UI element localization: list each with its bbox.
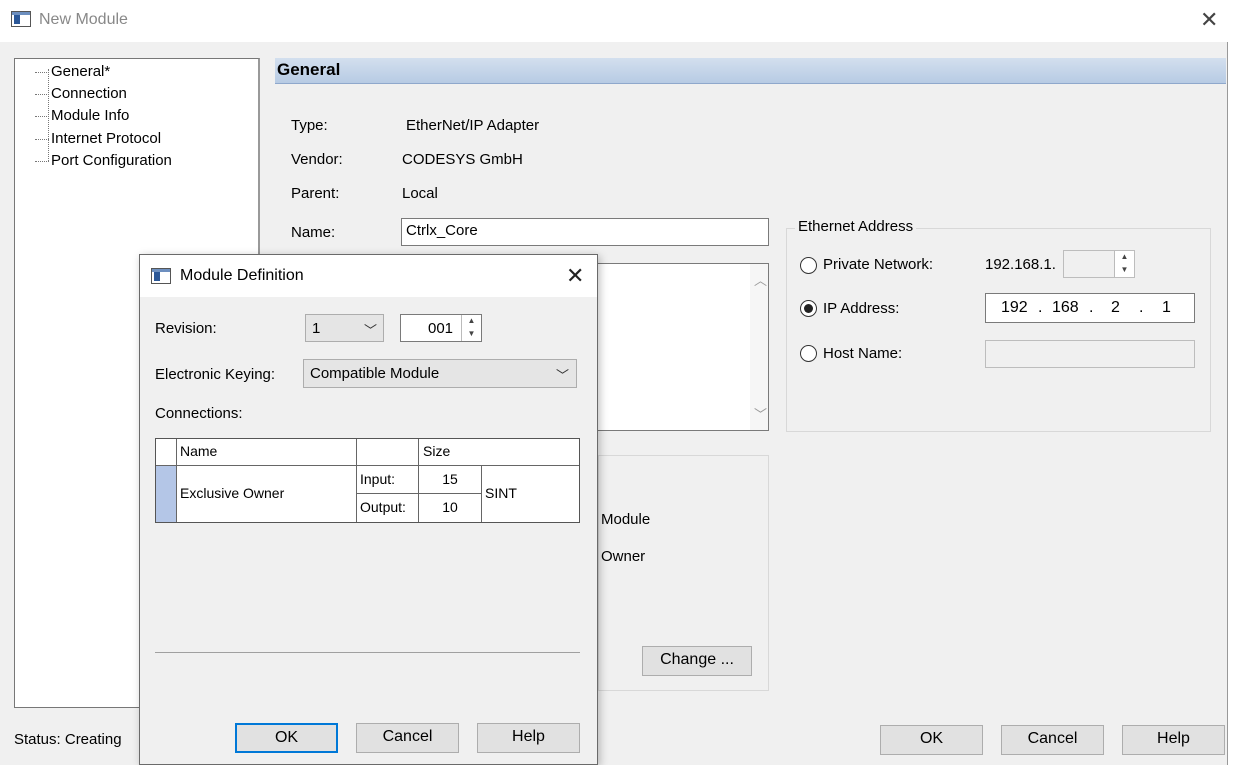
- vendor-label: Vendor:: [291, 151, 343, 168]
- type-label: Type:: [291, 117, 328, 134]
- dialog-title: Module Definition: [180, 267, 304, 284]
- vendor-value: CODESYS GmbH: [402, 151, 523, 168]
- revision-label: Revision:: [155, 320, 217, 337]
- name-label: Name:: [291, 224, 336, 241]
- input-size[interactable]: 15: [419, 466, 482, 494]
- scroll-up-icon[interactable]: ︿: [754, 270, 767, 289]
- data-type: SINT: [485, 485, 517, 501]
- tree-item-general[interactable]: General*: [35, 62, 110, 82]
- parent-value: Local: [402, 185, 438, 202]
- ok-button[interactable]: OK: [880, 725, 983, 755]
- tree-item-port-configuration[interactable]: Port Configuration: [35, 151, 172, 171]
- host-name-radio[interactable]: [800, 345, 817, 362]
- scroll-down-icon[interactable]: ﹀: [754, 404, 767, 423]
- name-field[interactable]: Ctrlx_Core: [401, 218, 769, 246]
- electronic-keying-label: Electronic Keying:: [155, 366, 276, 383]
- window-titlebar: New Module ✕: [0, 0, 1235, 42]
- parent-label: Parent:: [291, 185, 340, 202]
- help-button[interactable]: Help: [1122, 725, 1225, 755]
- dialog-help-button[interactable]: Help: [477, 723, 580, 753]
- ip-octet-2[interactable]: 168: [1052, 299, 1079, 317]
- module-definition-dialog: Module Definition ✕ Revision: 1 ﹀ 001 ▲ …: [139, 254, 598, 765]
- octet-spinner[interactable]: ▲ ▼: [1114, 251, 1134, 277]
- dialog-cancel-button[interactable]: Cancel: [356, 723, 459, 753]
- tree-item-label: General*: [51, 63, 111, 80]
- ip-octet-4[interactable]: 1: [1162, 299, 1171, 317]
- input-label: Input:: [357, 466, 419, 494]
- tree-item-label: Port Configuration: [51, 152, 172, 169]
- connections-table: Name Size Exclusive Owner Input: Output:…: [155, 438, 580, 523]
- ethernet-address-title: Ethernet Address: [795, 218, 917, 235]
- electronic-keying-value: Compatible Module: [310, 365, 440, 382]
- chevron-down-icon: ﹀: [364, 323, 378, 338]
- revision-major-value: 1: [312, 320, 321, 337]
- electronic-keying-select[interactable]: Compatible Module ﹀: [303, 359, 577, 388]
- revision-minor-value: 001: [428, 320, 454, 337]
- window-title: New Module: [39, 11, 128, 28]
- row-selector[interactable]: [156, 466, 177, 522]
- tree-item-label: Internet Protocol: [51, 130, 162, 147]
- ip-address-field[interactable]: 192 . 168 . 2 . 1: [985, 293, 1195, 323]
- private-network-radio[interactable]: [800, 257, 817, 274]
- private-network-prefix: 192.168.1.: [985, 256, 1056, 273]
- dialog-ok-button[interactable]: OK: [235, 723, 338, 753]
- tree-item-label: Connection: [51, 85, 127, 102]
- table-header-corner: [156, 439, 177, 466]
- table-header-blank[interactable]: [357, 439, 419, 466]
- host-name-label: Host Name:: [823, 345, 903, 362]
- close-icon[interactable]: ✕: [1200, 9, 1218, 31]
- private-network-octet[interactable]: ▲ ▼: [1063, 250, 1135, 278]
- status-text: Status: Creating: [14, 731, 122, 748]
- table-row-name[interactable]: Exclusive Owner: [177, 466, 357, 522]
- change-button[interactable]: Change ...: [642, 646, 752, 676]
- connections-label: Connections:: [155, 405, 243, 422]
- table-header-size[interactable]: Size: [419, 439, 579, 466]
- output-size[interactable]: 10: [419, 494, 482, 522]
- tree-item-internet-protocol[interactable]: Internet Protocol: [35, 129, 161, 149]
- tree-item-connection[interactable]: Connection: [35, 84, 127, 104]
- tree-item-module-info[interactable]: Module Info: [35, 106, 129, 126]
- cancel-button[interactable]: Cancel: [1001, 725, 1104, 755]
- dialog-titlebar: Module Definition ✕: [140, 255, 597, 297]
- window-icon: [11, 11, 31, 27]
- chevron-down-icon: ﹀: [556, 368, 570, 383]
- revision-minor-stepper[interactable]: 001 ▲ ▼: [400, 314, 482, 342]
- dialog-close-icon[interactable]: ✕: [566, 265, 584, 287]
- ip-address-label: IP Address:: [823, 300, 900, 317]
- spin-up-icon[interactable]: ▲: [462, 315, 481, 328]
- dialog-divider: [155, 652, 580, 653]
- description-scrollbar[interactable]: ︿ ﹀: [750, 264, 768, 430]
- connection-summary-partial: Owner: [601, 548, 646, 565]
- spin-down-icon[interactable]: ▼: [1115, 264, 1134, 277]
- type-value: EtherNet/IP Adapter: [406, 117, 540, 134]
- ip-separator: .: [1038, 299, 1043, 316]
- host-name-field[interactable]: [985, 340, 1195, 368]
- private-network-label: Private Network:: [823, 256, 934, 273]
- ip-separator: .: [1089, 299, 1094, 316]
- revision-major-select[interactable]: 1 ﹀: [305, 314, 384, 342]
- ip-address-radio[interactable]: [800, 300, 817, 317]
- spin-up-icon[interactable]: ▲: [1115, 251, 1134, 264]
- output-label: Output:: [357, 494, 419, 522]
- keying-summary-partial: Module: [601, 511, 651, 528]
- ip-octet-1[interactable]: 192: [1001, 299, 1028, 317]
- revision-spinner[interactable]: ▲ ▼: [461, 315, 481, 341]
- tree-item-label: Module Info: [51, 107, 130, 124]
- ip-octet-3[interactable]: 2: [1111, 299, 1120, 317]
- ip-separator: .: [1139, 299, 1144, 316]
- section-header-general: General: [275, 58, 1226, 84]
- window-edge: [1227, 42, 1235, 765]
- table-header-name[interactable]: Name: [177, 439, 357, 466]
- dialog-icon: [151, 268, 171, 284]
- spin-down-icon[interactable]: ▼: [462, 328, 481, 341]
